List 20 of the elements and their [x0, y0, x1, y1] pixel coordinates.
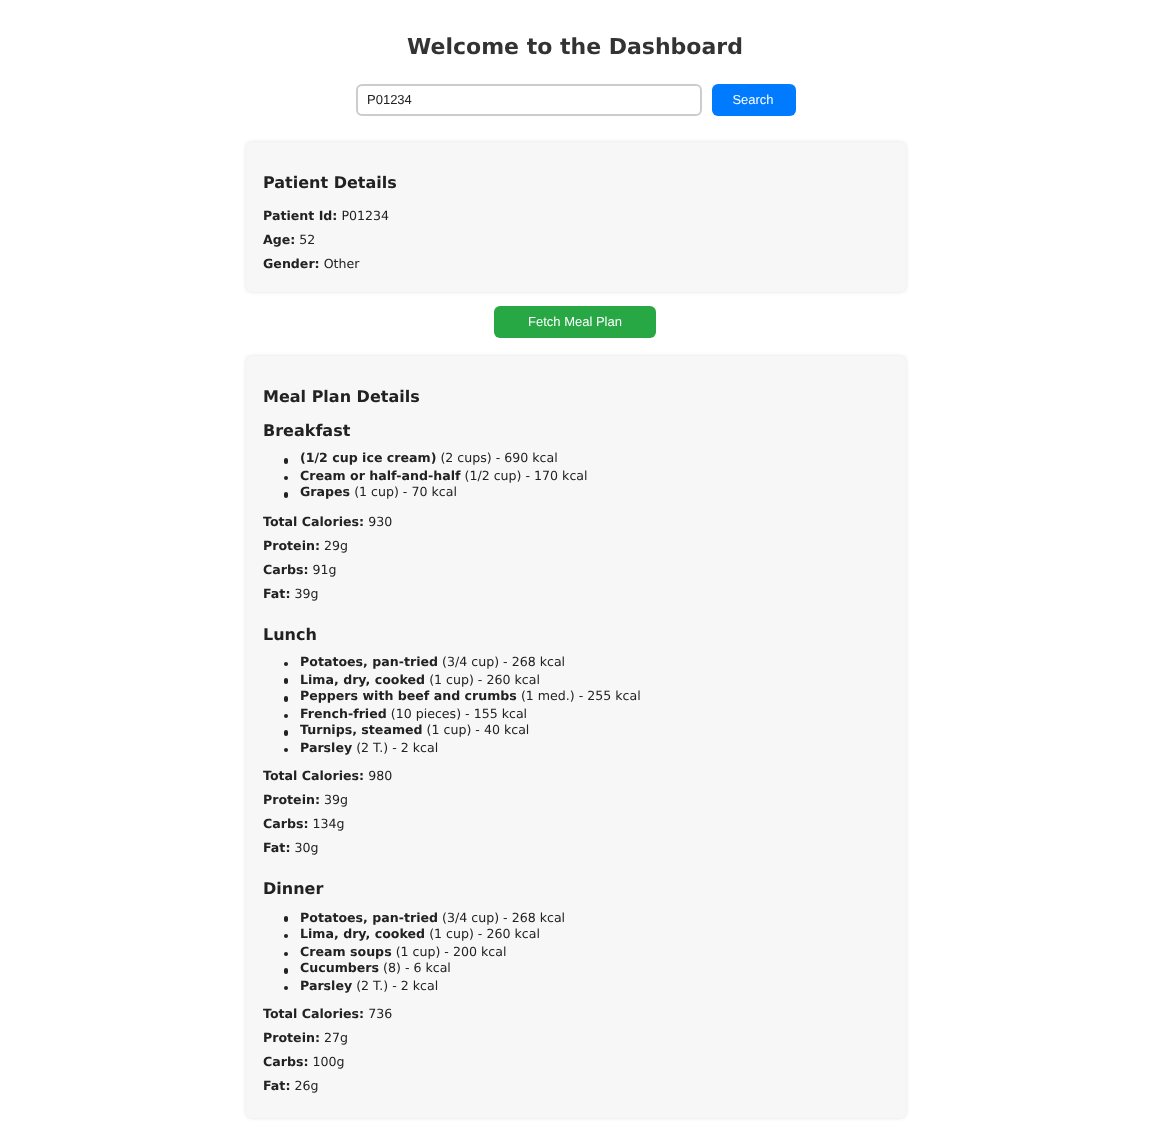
bullet-icon [283, 458, 288, 464]
section-heading: Patient Details [263, 174, 399, 192]
meal-heading: Dinner [263, 880, 326, 899]
bullet-icon [283, 730, 288, 736]
bullet-icon [283, 678, 288, 684]
bullet-icon [283, 696, 288, 702]
section-heading: Meal Plan Details [263, 388, 422, 406]
bullet-icon [283, 933, 288, 939]
bullet-icon [283, 916, 288, 922]
bullet-icon [283, 661, 288, 667]
bullet-icon [283, 475, 288, 481]
bullet-icon [283, 968, 288, 974]
bullet-icon [283, 985, 288, 991]
meal-heading: Lunch [263, 625, 319, 644]
meal-heading: Breakfast [263, 422, 353, 440]
bullet-icon [283, 492, 288, 498]
page-title: Welcome to the Dashboard [405, 34, 745, 60]
bullet-icon [283, 713, 288, 719]
bullet-icon [283, 951, 288, 957]
bullet-icon [283, 747, 288, 753]
